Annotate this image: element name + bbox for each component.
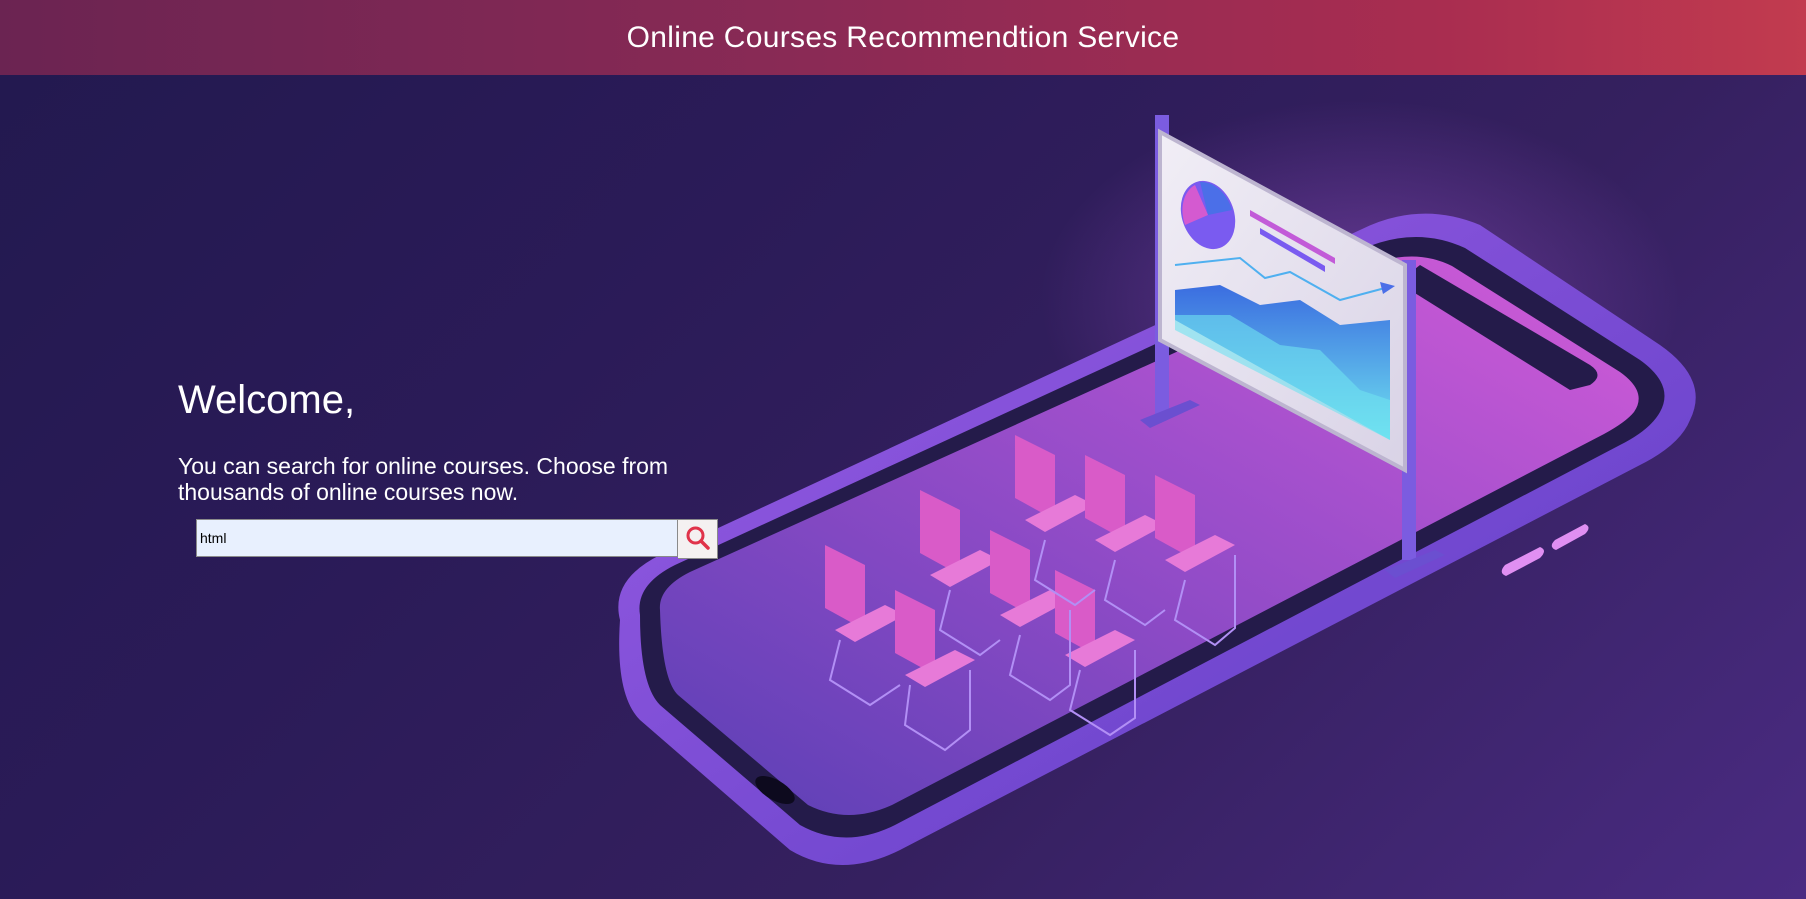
welcome-description: You can search for online courses. Choos…: [178, 453, 669, 505]
search-input[interactable]: [196, 519, 678, 557]
search-icon: [685, 525, 711, 554]
header-bar: Online Courses Recommendtion Service: [0, 0, 1806, 75]
search-button[interactable]: [678, 519, 718, 559]
welcome-section: Welcome, You can search for online cours…: [178, 378, 738, 505]
phone-classroom-illustration: [618, 100, 1696, 866]
page-title: Online Courses Recommendtion Service: [626, 20, 1180, 54]
search-bar: [196, 519, 718, 559]
welcome-heading: Welcome,: [178, 378, 356, 422]
